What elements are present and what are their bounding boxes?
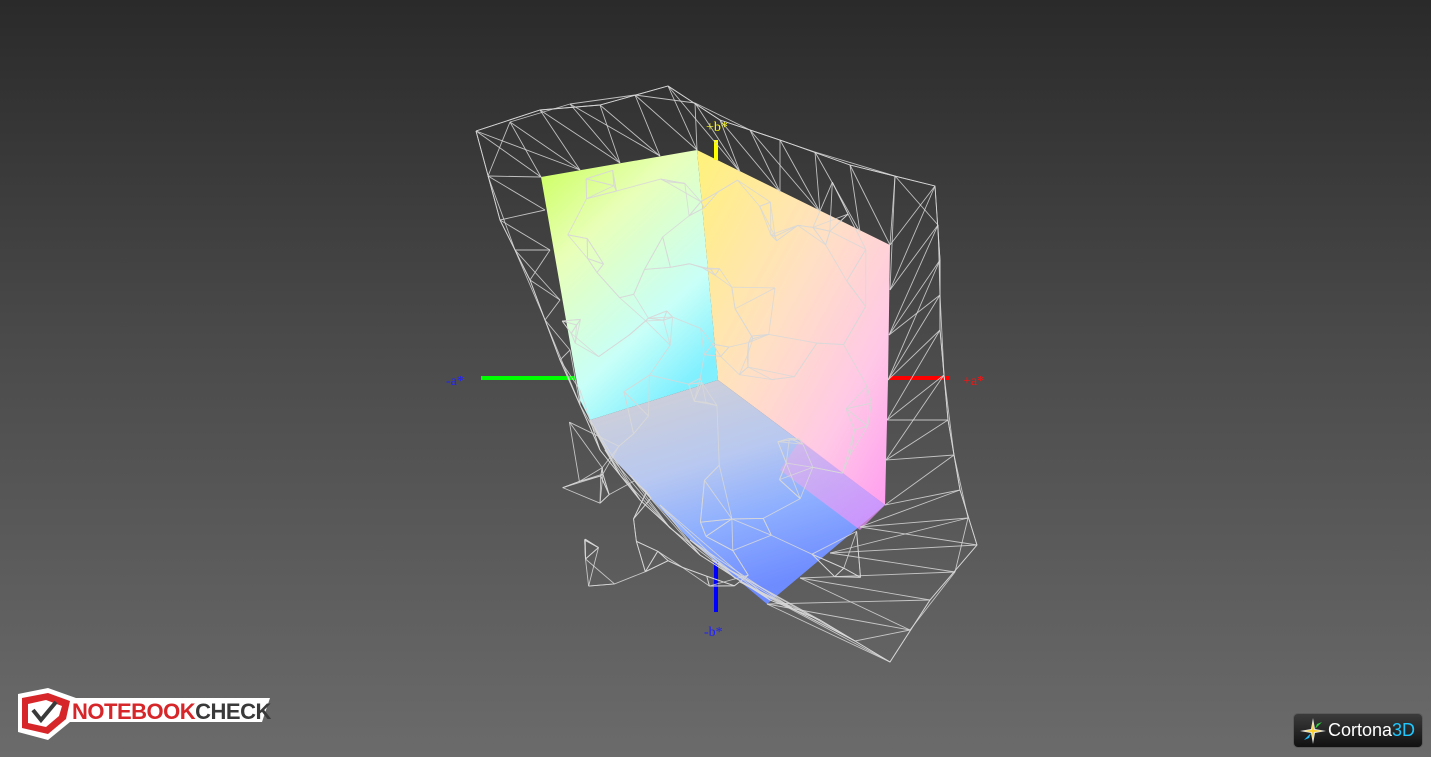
wireframe-edge [829, 544, 978, 554]
wireframe-edge [509, 103, 571, 123]
wireframe-edge [514, 249, 546, 321]
wireframe-edge [799, 571, 956, 579]
wireframe-edge [849, 164, 936, 187]
wireframe-edge [599, 494, 610, 504]
wireframe-edge [569, 103, 621, 164]
wireframe-edge [634, 94, 696, 104]
wireframe-edge [682, 566, 707, 577]
wireframe-edge [633, 518, 637, 542]
wireframe-edge [829, 552, 956, 573]
notebookcheck-word-1: NOTEBOOK [72, 699, 196, 724]
wireframe-edge [657, 550, 683, 568]
wireframe-edge [544, 299, 561, 321]
wireframe-edge [884, 489, 961, 506]
wireframe-edge [529, 249, 551, 281]
wireframe-edge [514, 249, 561, 301]
wireframe-edge [834, 567, 845, 578]
notebookcheck-logo: NOTEBOOKCHECK [14, 688, 274, 744]
wireframe-edge [487, 175, 546, 211]
wireframe-edge [886, 374, 945, 421]
wireframe-edge [943, 374, 955, 456]
wireframe-edge [614, 571, 646, 585]
wireframe-edge [885, 419, 949, 461]
wireframe-edge [585, 547, 599, 560]
notebookcheck-word-2: CHECK [195, 699, 271, 724]
wireframe-edge [894, 175, 939, 226]
axis-label-plus-a: +a* [963, 374, 984, 389]
wireframe-edge [889, 599, 931, 663]
wireframe-edge [856, 531, 861, 578]
wireframe-edge [588, 583, 615, 587]
wireframe-edge [885, 454, 955, 461]
cortona-3d: 3D [1392, 720, 1416, 740]
wireframe-edge [634, 94, 661, 157]
wireframe-edge [682, 566, 710, 587]
notebookcheck-wordmark: NOTEBOOKCHECK [72, 700, 271, 724]
wireframe-edge [888, 259, 941, 336]
wireframe-edge [885, 374, 945, 461]
wireframe-edge [584, 538, 599, 548]
gamut-3d-viewport[interactable]: +b* -b* -a* +a* [0, 0, 1431, 757]
axis-label-minus-b: -b* [704, 625, 723, 640]
wireframe-edge [694, 102, 698, 151]
wireframe-edge [602, 473, 610, 495]
wireframe-edge [954, 517, 969, 573]
wireframe-edge [634, 94, 698, 151]
wireframe-edge [487, 175, 542, 178]
wireframe-edge [888, 224, 939, 336]
wireframe-edge [539, 109, 581, 171]
wireframe-edge [889, 185, 936, 246]
wireframe-edge [585, 558, 590, 587]
wireframe-edge [766, 603, 891, 663]
wireframe-edge [487, 175, 516, 251]
wireframe-edge [884, 454, 955, 506]
cortona-word: Cortona [1328, 720, 1393, 740]
wireframe-edge [499, 209, 546, 221]
wireframe-edge [886, 329, 941, 421]
cortona3d-badge[interactable]: Cortona3D [1293, 713, 1423, 748]
wireframe-edge [539, 109, 621, 164]
wireframe-edge [588, 547, 599, 587]
wireframe-edge [811, 553, 835, 578]
wireframe-edge [562, 487, 601, 504]
wireframe-edge [539, 104, 601, 111]
wireframe-edge [475, 130, 581, 171]
cortona-label: Cortona3D [1328, 720, 1415, 741]
axis-label-minus-a: -a* [446, 374, 464, 389]
wireframe-edge [854, 629, 911, 642]
wireframe-edge [731, 517, 764, 520]
wireframe-edge [799, 577, 931, 601]
wireframe-edge [834, 576, 861, 578]
wireframe-edge [888, 294, 941, 336]
wireframe-edge [959, 489, 978, 546]
wireframe-edge [599, 85, 669, 106]
wireframe-edge [831, 181, 849, 215]
wireframe-edge [799, 577, 911, 631]
wireframe-edge [509, 121, 542, 178]
wireframe-edge [814, 151, 821, 213]
wireframe-edge [475, 130, 542, 178]
wireframe-edge [544, 319, 571, 351]
wireframe-edge [706, 575, 735, 587]
wireframe-edge [814, 151, 896, 177]
wireframe-edge [747, 342, 750, 368]
wireframe-edge [487, 121, 511, 177]
wireframe-edge [562, 481, 580, 489]
wireframe-edge [636, 540, 658, 552]
wireframe-edge [568, 422, 580, 482]
wireframe-edge [569, 94, 636, 105]
wireframe-edge [559, 349, 571, 361]
wireframe-edge [859, 526, 978, 546]
cortona-star-icon [1300, 718, 1326, 744]
wireframe-edge [635, 541, 646, 572]
wireframe-edge [579, 473, 604, 482]
